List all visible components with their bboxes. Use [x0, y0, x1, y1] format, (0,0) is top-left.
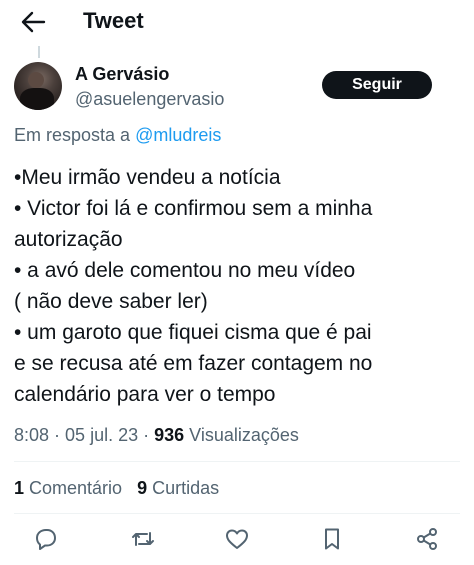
tweet-line: calendário para ver o tempo	[14, 383, 276, 406]
comments-count[interactable]: 1	[14, 478, 24, 498]
retweets-label[interactable]: Curtidas	[147, 478, 219, 498]
tweet-line: • um garoto que fiquei cisma que é pai	[14, 321, 372, 344]
tweet-line: • Victor foi lá e confirmou sem a minha	[14, 197, 373, 220]
tweet-text: •Meu irmão vendeu a notícia • Victor foi…	[14, 162, 464, 410]
reply-icon[interactable]	[33, 526, 59, 552]
divider	[14, 513, 460, 514]
share-icon[interactable]	[414, 526, 440, 552]
action-bar	[0, 526, 474, 556]
author-name[interactable]: A Gervásio	[75, 64, 169, 85]
page-title: Tweet	[83, 8, 144, 33]
reply-context: Em resposta a @mludreis	[14, 125, 221, 146]
tweet-stats: 1 Comentário 9 Curtidas	[14, 478, 219, 499]
tweet-time[interactable]: 8:08	[14, 425, 49, 445]
avatar[interactable]	[14, 62, 62, 110]
tweet-line: ( não deve saber ler)	[14, 290, 208, 313]
retweet-icon[interactable]	[130, 526, 156, 552]
divider	[14, 461, 460, 462]
top-bar: Tweet	[0, 0, 474, 44]
meta-separator: ·	[138, 425, 155, 445]
like-icon[interactable]	[224, 526, 250, 552]
bookmark-icon[interactable]	[319, 526, 345, 552]
retweets-count[interactable]: 9	[137, 478, 147, 498]
tweet-meta: 8:08 · 05 jul. 23 · 936 Visualizações	[14, 425, 299, 446]
thread-connector	[38, 46, 40, 58]
reply-mention-link[interactable]: @mludreis	[135, 125, 221, 145]
meta-separator: ·	[49, 425, 66, 445]
tweet-date[interactable]: 05 jul. 23	[65, 425, 138, 445]
tweet-line: e se recusa até em fazer contagem no	[14, 352, 373, 375]
back-arrow-icon[interactable]	[20, 10, 46, 34]
comments-label[interactable]: Comentário	[24, 478, 122, 498]
views-label[interactable]: Visualizações	[184, 425, 299, 445]
tweet-line: •Meu irmão vendeu a notícia	[14, 166, 281, 189]
reply-prefix: Em resposta a	[14, 125, 136, 145]
tweet-line: • a avó dele comentou no meu vídeo	[14, 259, 356, 282]
follow-button[interactable]: Seguir	[322, 71, 432, 99]
tweet-line: autorização	[14, 228, 123, 251]
views-count[interactable]: 936	[154, 425, 184, 445]
author-handle[interactable]: @asuelengervasio	[75, 89, 224, 110]
